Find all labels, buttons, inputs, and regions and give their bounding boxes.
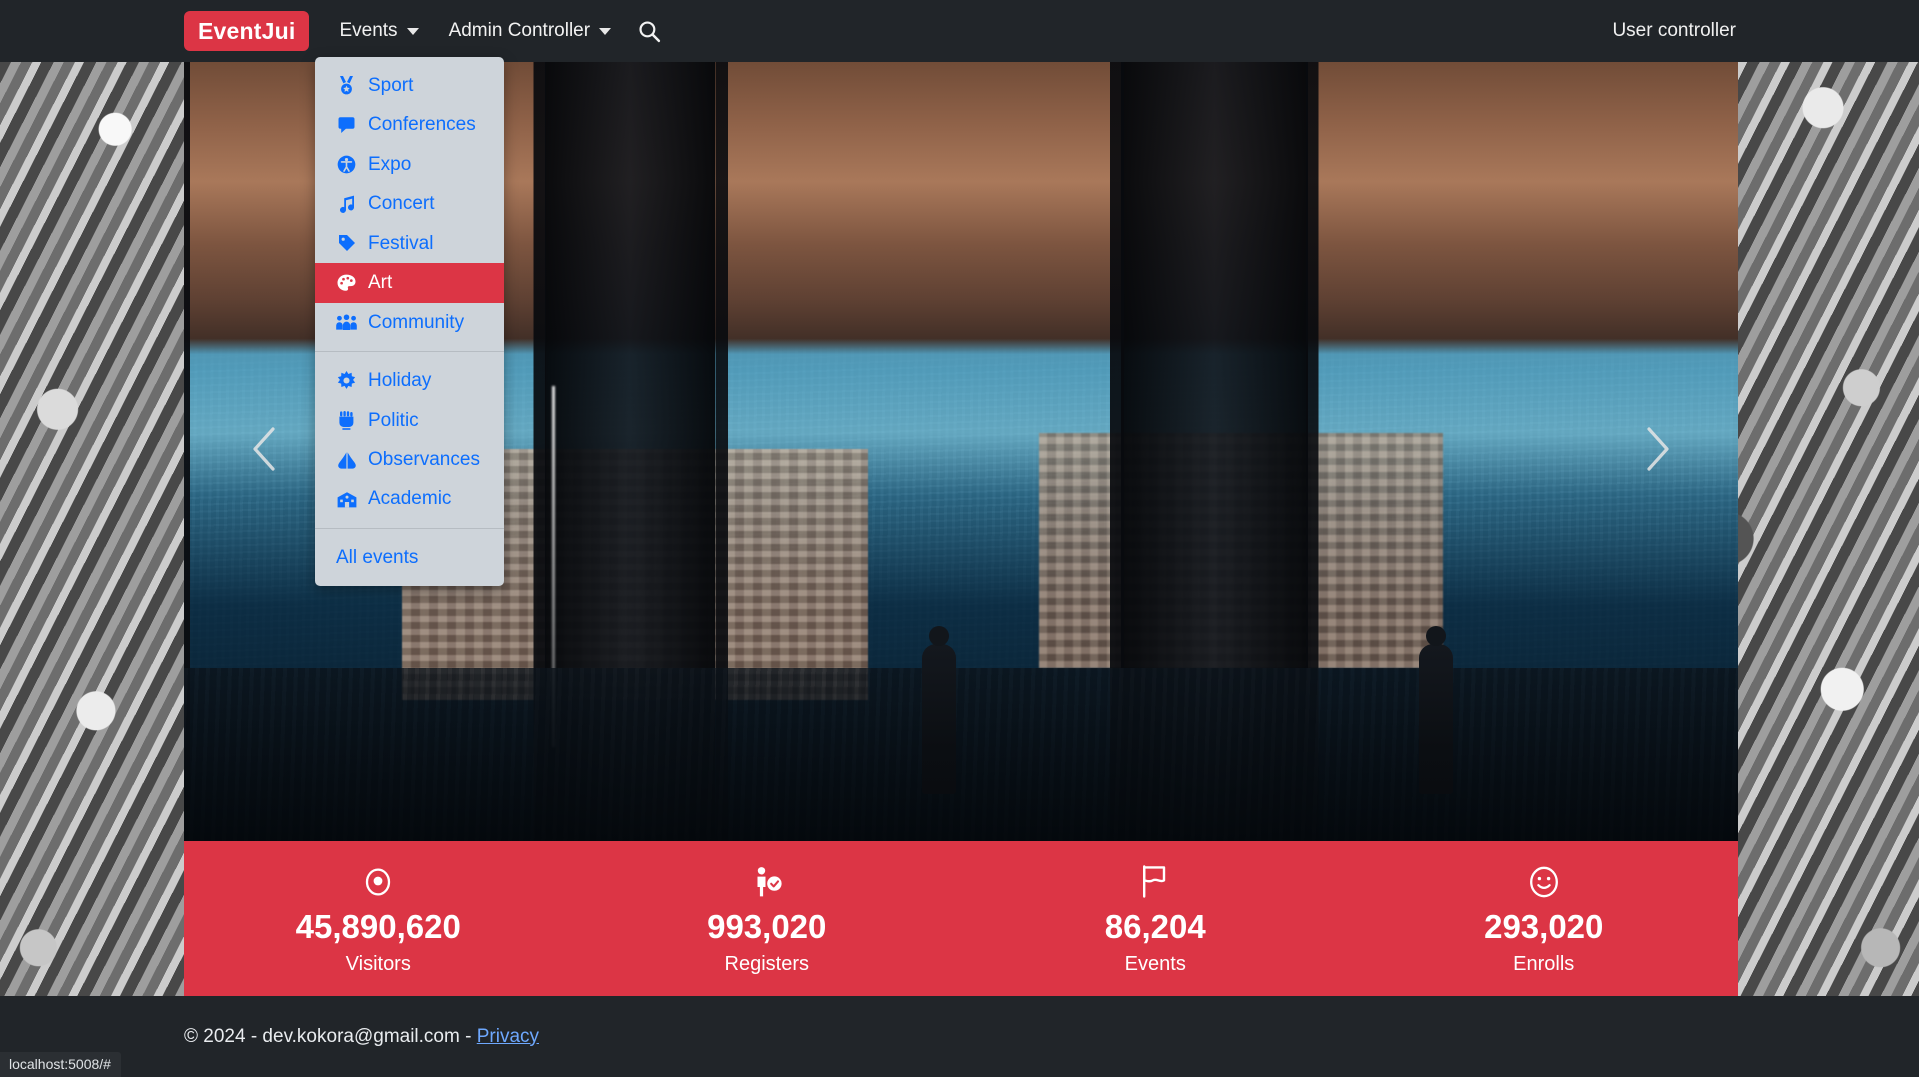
dropdown-divider [315,527,504,529]
nav-admin-controller-dropdown-toggle[interactable]: Admin Controller [449,20,612,42]
dropdown-item-label: Festival [368,232,434,254]
raised-fist-icon [336,410,357,430]
page-root: EventJui Events Admin Controller User co… [0,0,1919,1077]
stats-bar: 45,890,620 Visitors 993,020 Registers 86… [184,841,1738,996]
privacy-link[interactable]: Privacy [477,1026,539,1047]
stat-registers: 993,020 Registers [573,841,962,996]
dropdown-item-expo[interactable]: Expo [315,145,504,184]
stat-events: 86,204 Events [961,841,1350,996]
search-icon [639,20,661,42]
stat-value: 293,020 [1484,907,1604,945]
dropdown-item-all-events[interactable]: All events [315,538,504,577]
accessibility-icon [336,155,357,174]
status-bar-url: localhost:5008/# [0,1052,121,1077]
dropdown-item-label: Expo [368,153,412,175]
dropdown-divider [315,351,504,353]
carousel-prev-button[interactable] [236,421,292,477]
chevron-left-icon [253,426,275,471]
smiley-icon [1528,865,1560,899]
chevron-right-icon [1647,426,1669,471]
dropdown-item-label: Concert [368,193,435,215]
dropdown-item-label: Community [368,311,465,333]
navbar: EventJui Events Admin Controller User co… [0,0,1919,587]
dropdown-item-observances[interactable]: Observances [315,440,504,479]
dropdown-item-festival[interactable]: Festival [315,224,504,263]
stat-enrolls: 293,020 Enrolls [1350,841,1739,996]
tag-icon [336,234,357,252]
person-check-icon [750,865,784,899]
sun-icon [336,371,357,390]
dropdown-item-art[interactable]: Art [315,263,504,303]
dropdown-item-label: Academic [368,488,452,510]
dropdown-item-sport[interactable]: Sport [315,66,504,105]
stat-label: Visitors [345,953,411,976]
stat-value: 45,890,620 [295,907,461,945]
palette-icon [336,274,357,292]
dropdown-item-politic[interactable]: Politic [315,401,504,440]
praying-hands-icon [336,451,357,469]
dropdown-item-label: Politic [368,409,419,431]
school-icon [336,491,357,508]
dropdown-item-holiday[interactable]: Holiday [315,361,504,400]
brand-logo[interactable]: EventJui [184,10,310,52]
search-button[interactable] [637,19,662,44]
nav-events-dropdown-toggle[interactable]: Events [339,20,419,42]
hero-figure-left [922,643,957,794]
eye-icon [361,865,395,899]
carousel-next-button[interactable] [1630,421,1686,477]
dropdown-item-community[interactable]: Community [315,303,504,342]
stat-label: Events [1124,953,1186,976]
stat-value: 993,020 [707,907,827,945]
medal-icon [336,76,357,95]
nav-events-label: Events [339,20,398,41]
dropdown-item-label: Conferences [368,114,476,136]
footer-copyright-text: © 2024 - dev.kokora@gmail.com - [184,1025,477,1047]
stat-label: Registers [724,953,809,976]
chevron-down-icon [599,27,612,35]
stat-label: Enrolls [1513,953,1575,976]
events-dropdown-menu: Sport Conferences Expo Concert Festival … [315,57,504,587]
hero-floor-reflection [184,668,1738,841]
dropdown-item-label: Sport [368,75,414,96]
people-group-icon [336,314,357,331]
music-note-icon [336,195,357,213]
stat-visitors: 45,890,620 Visitors [184,841,573,996]
footer-copyright: © 2024 - dev.kokora@gmail.com - Privacy [184,1026,539,1048]
footer: © 2024 - dev.kokora@gmail.com - Privacy [0,996,1919,1077]
dropdown-item-conferences[interactable]: Conferences [315,105,504,144]
chevron-down-icon [406,27,419,35]
dropdown-item-label: Holiday [368,370,432,392]
navbar-inner: EventJui Events Admin Controller User co… [184,0,1738,587]
hero-figure-right [1419,643,1454,794]
stat-value: 86,204 [1104,907,1206,945]
user-controller-link[interactable]: User controller [1612,20,1738,42]
comment-icon [336,116,357,134]
dropdown-item-label: Art [368,272,393,294]
dropdown-item-concert[interactable]: Concert [315,184,504,223]
dropdown-item-label: All events [336,546,419,568]
nav-admin-label: Admin Controller [448,20,591,41]
dropdown-item-label: Observances [368,448,480,470]
dropdown-item-academic[interactable]: Academic [315,479,504,518]
flag-icon [1141,865,1169,899]
